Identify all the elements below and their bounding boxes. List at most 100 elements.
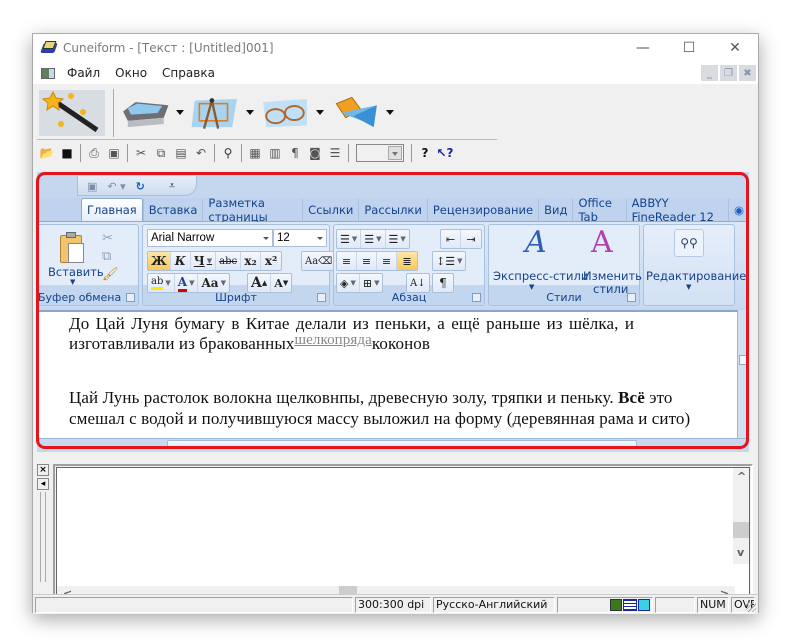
paste-icon[interactable]	[58, 231, 88, 265]
frame-icon[interactable]: ◙	[305, 143, 325, 163]
subscript-button[interactable]: x₂	[241, 252, 262, 270]
close-button[interactable]: ✕	[712, 34, 758, 62]
editing-button[interactable]: Редактирование	[646, 269, 746, 283]
open-folder-icon[interactable]: 📂	[37, 143, 57, 163]
quick-styles-icon[interactable]: A	[525, 225, 547, 260]
show-marks-button[interactable]: ¶	[433, 274, 453, 292]
undo-icon[interactable]: ↶	[191, 143, 211, 163]
sort-button[interactable]: A↓	[407, 274, 429, 292]
scroll-thumb[interactable]	[167, 440, 637, 449]
italic-button[interactable]: К	[171, 252, 191, 270]
save-icon[interactable]: ■	[57, 143, 77, 163]
font-size-combo[interactable]: 12	[273, 229, 327, 247]
scroll-thumb[interactable]	[739, 355, 748, 365]
save-icon[interactable]: ▣	[87, 180, 97, 193]
align-center-button[interactable]: ≡	[357, 252, 377, 270]
tab-home[interactable]: Главная	[81, 198, 143, 221]
tab-office-tab[interactable]: Office Tab	[572, 196, 625, 224]
tab-insert[interactable]: Вставка	[142, 199, 203, 221]
quick-styles-button[interactable]: Экспресс-стили	[493, 269, 588, 283]
save-send-dropdown-arrow[interactable]	[386, 110, 394, 115]
align-left-button[interactable]: ≡	[337, 252, 357, 270]
mdi-minimize-button[interactable]: _	[701, 65, 718, 81]
shrink-font-button[interactable]: A ▼	[271, 274, 291, 292]
chevron-down-icon[interactable]: ▼	[189, 279, 194, 287]
chevron-up-icon[interactable]: ^	[737, 470, 746, 483]
strikethrough-button[interactable]: abc	[216, 252, 242, 270]
context-help-icon[interactable]: ↖?	[435, 143, 455, 163]
layout-dropdown-arrow[interactable]	[246, 110, 254, 115]
redo-icon[interactable]: ↻	[136, 180, 145, 193]
minimize-button[interactable]: —	[620, 34, 666, 62]
tab-abbyy[interactable]: ABBYY FineReader 12	[625, 196, 728, 224]
columns-view-icon[interactable]	[638, 598, 650, 611]
format-painter-icon[interactable]: 🖌	[102, 267, 119, 282]
change-case-button[interactable]: Aa ▼	[198, 274, 228, 292]
pane-splitter[interactable]	[40, 492, 46, 582]
find-icon[interactable]: ⚲	[218, 143, 238, 163]
paste-button[interactable]: Вставить	[48, 265, 104, 279]
undo-icon[interactable]: ↶ ▾	[107, 180, 125, 193]
line-spacing-button[interactable]: ↕☰ ▼	[433, 252, 465, 270]
bold-button[interactable]: Ж	[148, 252, 171, 270]
chevron-down-icon[interactable]	[317, 237, 323, 240]
dialog-launcher-icon[interactable]	[126, 293, 135, 302]
chevron-down-icon[interactable]: ▼	[529, 283, 534, 291]
vertical-scrollbar[interactable]: ^ v	[733, 468, 749, 564]
numbering-button[interactable]: ☰ ▼	[361, 230, 386, 248]
image-view-icon[interactable]	[610, 598, 622, 611]
cut-icon[interactable]: ✂	[131, 143, 151, 163]
document-horizontal-scrollbar[interactable]	[37, 438, 749, 450]
bullets-button[interactable]: ☰ ▼	[337, 230, 362, 248]
image-view[interactable]: ^ v < >	[56, 467, 750, 603]
tab-page-layout[interactable]: Разметка страницы	[202, 196, 302, 224]
tab-view[interactable]: Вид	[538, 199, 572, 221]
cut-icon[interactable]: ✂	[102, 231, 113, 246]
tab-review[interactable]: Рецензирование	[426, 199, 538, 221]
recognize-button[interactable]	[260, 89, 330, 137]
chevron-down-icon[interactable]: v	[737, 546, 744, 559]
chevron-down-icon[interactable]	[263, 237, 269, 240]
chevron-down-icon[interactable]: ▼	[221, 279, 226, 287]
justify-button[interactable]: ≣	[397, 252, 417, 270]
increase-indent-button[interactable]: ⇥	[461, 230, 481, 248]
help-icon[interactable]: ?	[415, 143, 435, 163]
table-icon[interactable]: ▦	[245, 143, 265, 163]
table-view-icon[interactable]	[623, 598, 637, 611]
document-icon[interactable]	[41, 67, 55, 79]
font-color-button[interactable]: A ▼	[175, 274, 199, 292]
paste-icon[interactable]: ▤	[171, 143, 191, 163]
superscript-button[interactable]: x²	[261, 252, 281, 270]
scan-dropdown-arrow[interactable]	[176, 110, 184, 115]
shading-button[interactable]: ◈ ▼	[337, 274, 360, 292]
find-icon[interactable]: ⚲⚲	[674, 229, 704, 257]
scroll-thumb[interactable]	[733, 522, 749, 538]
tab-references[interactable]: Ссылки	[302, 199, 358, 221]
menu-file[interactable]: Файл	[64, 66, 103, 80]
lines-icon[interactable]: ☰	[325, 143, 345, 163]
borders-button[interactable]: ⊞ ▼	[360, 274, 383, 292]
scan-button[interactable]	[120, 89, 190, 137]
collapse-pane-icon[interactable]: ◂	[37, 478, 49, 490]
chevron-down-icon[interactable]: ▼	[207, 257, 212, 265]
menu-window[interactable]: Окно	[112, 66, 150, 80]
dialog-launcher-icon[interactable]	[472, 293, 481, 302]
align-right-button[interactable]: ≡	[377, 252, 397, 270]
tab-mailings[interactable]: Рассылки	[358, 199, 426, 221]
underline-button[interactable]: Ч ▼	[191, 252, 217, 270]
zoom-combo[interactable]	[356, 144, 404, 162]
pilcrow-icon[interactable]: ¶	[285, 143, 305, 163]
help-icon[interactable]: ◉	[727, 199, 749, 221]
paste-dropdown-icon[interactable]: ▼	[70, 278, 75, 286]
clear-formatting-icon[interactable]: Aa⌫	[302, 252, 335, 270]
mdi-close-button[interactable]: ✖	[739, 65, 756, 81]
print-icon[interactable]: ⎙	[84, 143, 104, 163]
copy-icon[interactable]: ⧉	[151, 143, 171, 163]
copy-icon[interactable]: ⧉	[102, 249, 111, 264]
multilevel-list-button[interactable]: ☰ ▼	[386, 230, 409, 248]
dialog-launcher-icon[interactable]	[317, 293, 326, 302]
highlight-button[interactable]: ab ▼	[148, 274, 175, 292]
chevron-down-icon[interactable]: ▼	[165, 279, 170, 287]
wizard-button[interactable]	[37, 89, 107, 137]
document-vertical-scrollbar[interactable]	[737, 310, 749, 438]
